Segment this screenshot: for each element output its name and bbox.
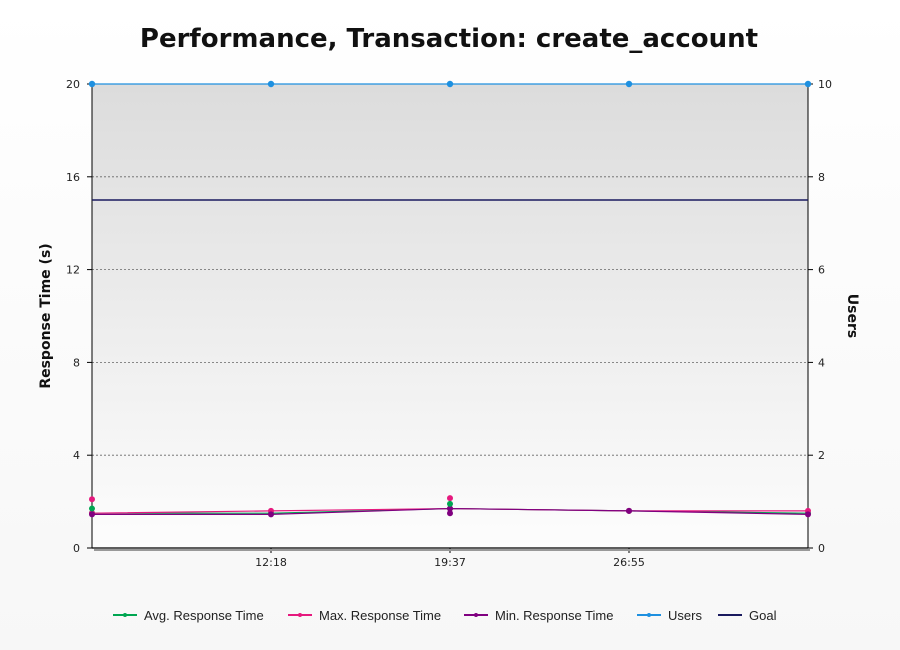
y-tick-label: 12 [66, 264, 80, 277]
legend-marker-users [647, 613, 651, 617]
y2-axis-title: Users [844, 294, 860, 338]
data-point-min-response-time [89, 511, 95, 518]
y2-tick-label: 2 [818, 449, 825, 462]
legend-label-min-response-time: Min. Response Time [495, 608, 614, 623]
data-point-users [625, 80, 633, 88]
y2-tick-label: 6 [818, 264, 825, 277]
x-tick-label: 26:55 [613, 556, 645, 569]
legend-label-goal: Goal [749, 608, 777, 623]
legend-marker-avg-response-time [123, 613, 127, 617]
data-point-users [88, 80, 96, 88]
y-tick-label: 16 [66, 171, 80, 184]
chart-title: Performance, Transaction: create_account [140, 24, 758, 54]
legend-label-max-response-time: Max. Response Time [319, 608, 441, 623]
data-point-min-response-time [626, 507, 632, 514]
data-point-min-response-time [805, 511, 811, 518]
legend: Avg. Response Time Max. Response Time Min.… [113, 608, 777, 623]
data-point-users [804, 80, 812, 88]
plot-area [92, 84, 808, 548]
data-point-avg-response-time [447, 500, 453, 507]
data-point-max-response-time [447, 495, 453, 502]
x-tick-label: 12:18 [255, 556, 287, 569]
x-tick-label: 19:37 [434, 556, 466, 569]
chart: Performance, Transaction: create_account… [38, 24, 860, 623]
data-point-min-response-time [447, 510, 453, 517]
legend-label-avg-response-time: Avg. Response Time [144, 608, 264, 623]
y2-tick-label: 10 [818, 78, 832, 91]
y-axis-title: Response Time (s) [38, 243, 54, 388]
y-tick-label: 20 [66, 78, 80, 91]
data-point-avg-response-time [89, 505, 95, 512]
legend-label-users: Users [668, 608, 702, 623]
data-point-users [267, 80, 275, 88]
y2-tick-label: 0 [818, 542, 825, 555]
y-tick-label: 8 [73, 356, 80, 369]
y2-tick-label: 4 [818, 356, 825, 369]
y2-tick-label: 8 [818, 171, 825, 184]
y-tick-label: 4 [73, 449, 80, 462]
data-point-max-response-time [89, 496, 95, 503]
data-point-users [446, 80, 454, 88]
data-point-min-response-time [268, 511, 274, 518]
legend-marker-max-response-time [298, 613, 302, 617]
legend-marker-min-response-time [474, 613, 478, 617]
y-tick-label: 0 [73, 542, 80, 555]
